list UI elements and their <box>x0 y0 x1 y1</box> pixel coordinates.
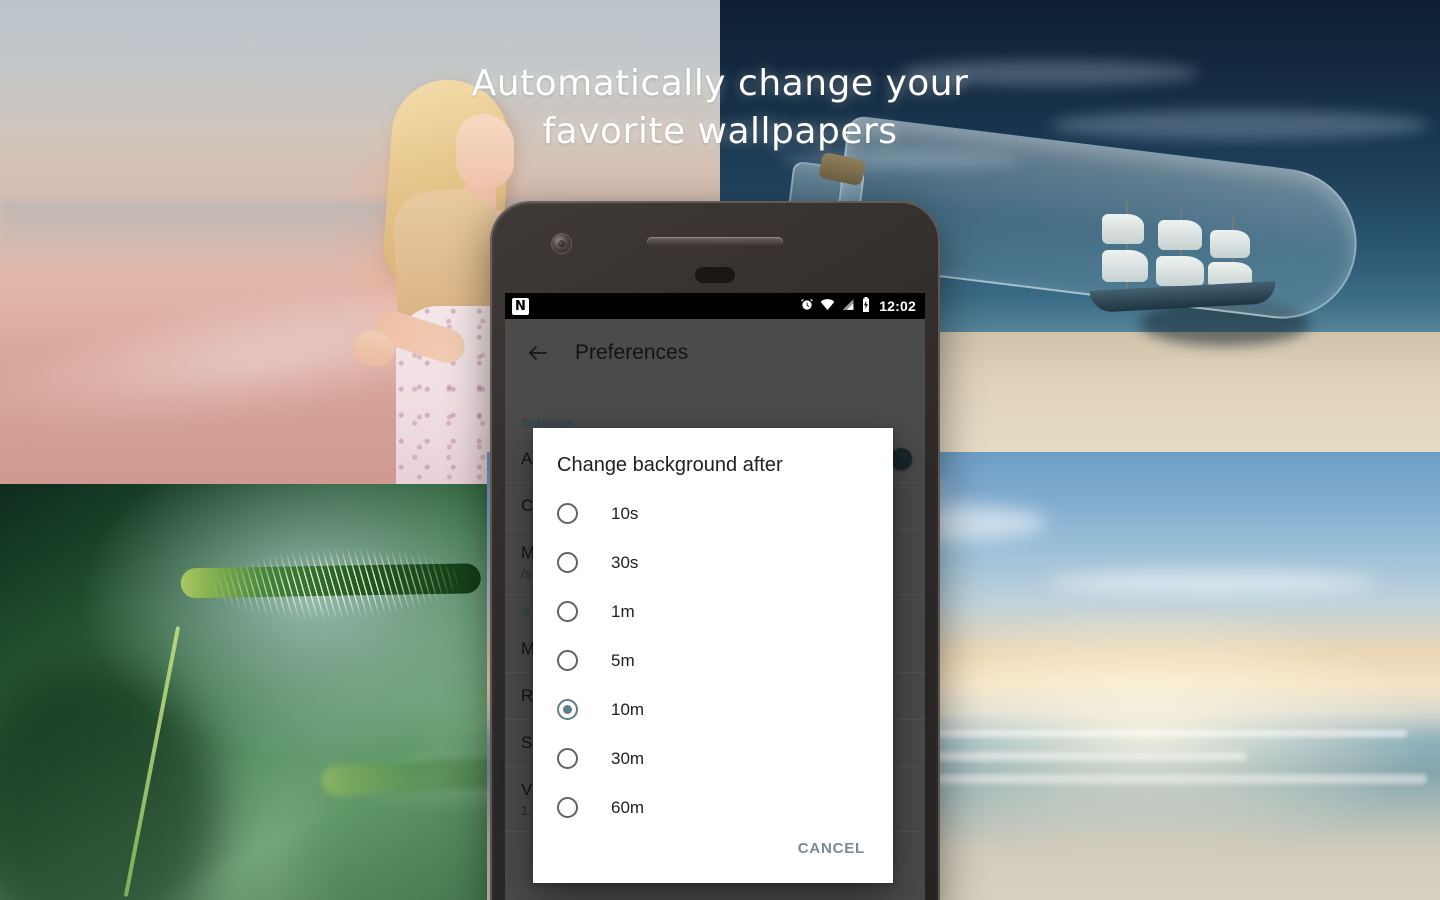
radio-indicator[interactable] <box>557 552 578 573</box>
android-nougat-logo-icon: N <box>512 297 529 315</box>
radio-option-60m[interactable]: 60m <box>533 783 893 832</box>
front-camera-icon <box>552 234 571 253</box>
cloud-shape <box>900 60 1200 86</box>
foxtail-head-shape <box>153 507 487 673</box>
promo-screenshot: Automatically change your favorite wallp… <box>0 0 1440 900</box>
hull-shape <box>1089 281 1277 313</box>
change-background-dialog: Change background after 10s 30s 1m 5m 10… <box>533 428 893 883</box>
cloud-shape <box>1050 110 1430 140</box>
radio-option-10s[interactable]: 10s <box>533 489 893 538</box>
radio-label: 30s <box>611 552 639 572</box>
bokeh-shape <box>0 664 220 900</box>
radio-indicator[interactable] <box>557 601 578 622</box>
dialog-title: Change background after <box>557 454 783 476</box>
radio-label: 10m <box>611 699 645 719</box>
face-shape <box>456 114 514 188</box>
model-ship-shape <box>1080 200 1290 313</box>
status-bar-clock: 12:02 <box>879 298 916 314</box>
wave-line <box>907 730 1407 737</box>
radio-label: 5m <box>611 650 635 670</box>
radio-option-30s[interactable]: 30s <box>533 538 893 587</box>
radio-label: 60m <box>611 797 645 817</box>
cloud-shape <box>1047 572 1377 594</box>
radio-option-30m[interactable]: 30m <box>533 734 893 783</box>
radio-indicator[interactable] <box>557 797 578 818</box>
foxtail-bristles <box>296 711 487 839</box>
sail-shape <box>1102 214 1144 244</box>
radio-label: 10s <box>611 503 639 523</box>
status-bar: N 12:02 <box>505 293 925 319</box>
alarm-icon <box>800 298 814 315</box>
cancel-button[interactable]: CANCEL <box>792 832 871 865</box>
wallpaper-tile-foxtail-grass <box>0 484 487 900</box>
status-bar-right-group: 12:02 <box>800 297 916 315</box>
radio-label: 1m <box>611 601 635 621</box>
proximity-sensor <box>695 267 735 283</box>
sail-shape <box>1210 230 1250 258</box>
sail-shape <box>1102 250 1148 282</box>
radio-option-10m[interactable]: 10m <box>533 685 893 734</box>
wifi-icon <box>820 298 835 314</box>
cellular-signal-icon <box>841 298 855 314</box>
radio-indicator[interactable] <box>557 503 578 524</box>
radio-option-1m[interactable]: 1m <box>533 587 893 636</box>
sail-shape <box>1156 256 1204 286</box>
battery-charging-icon <box>861 297 871 315</box>
radio-label: 30m <box>611 748 645 768</box>
earpiece-speaker <box>647 237 783 246</box>
radio-group: 10s 30s 1m 5m 10m 30m 60m <box>533 483 893 832</box>
radio-indicator[interactable] <box>557 748 578 769</box>
dialog-actions: CANCEL <box>792 832 893 883</box>
foxtail-head-blurred <box>294 708 487 848</box>
radio-indicator-selected[interactable] <box>557 699 578 720</box>
radio-option-5m[interactable]: 5m <box>533 636 893 685</box>
foxtail-bristles <box>157 524 487 640</box>
sail-shape <box>1158 220 1202 250</box>
radio-indicator[interactable] <box>557 650 578 671</box>
